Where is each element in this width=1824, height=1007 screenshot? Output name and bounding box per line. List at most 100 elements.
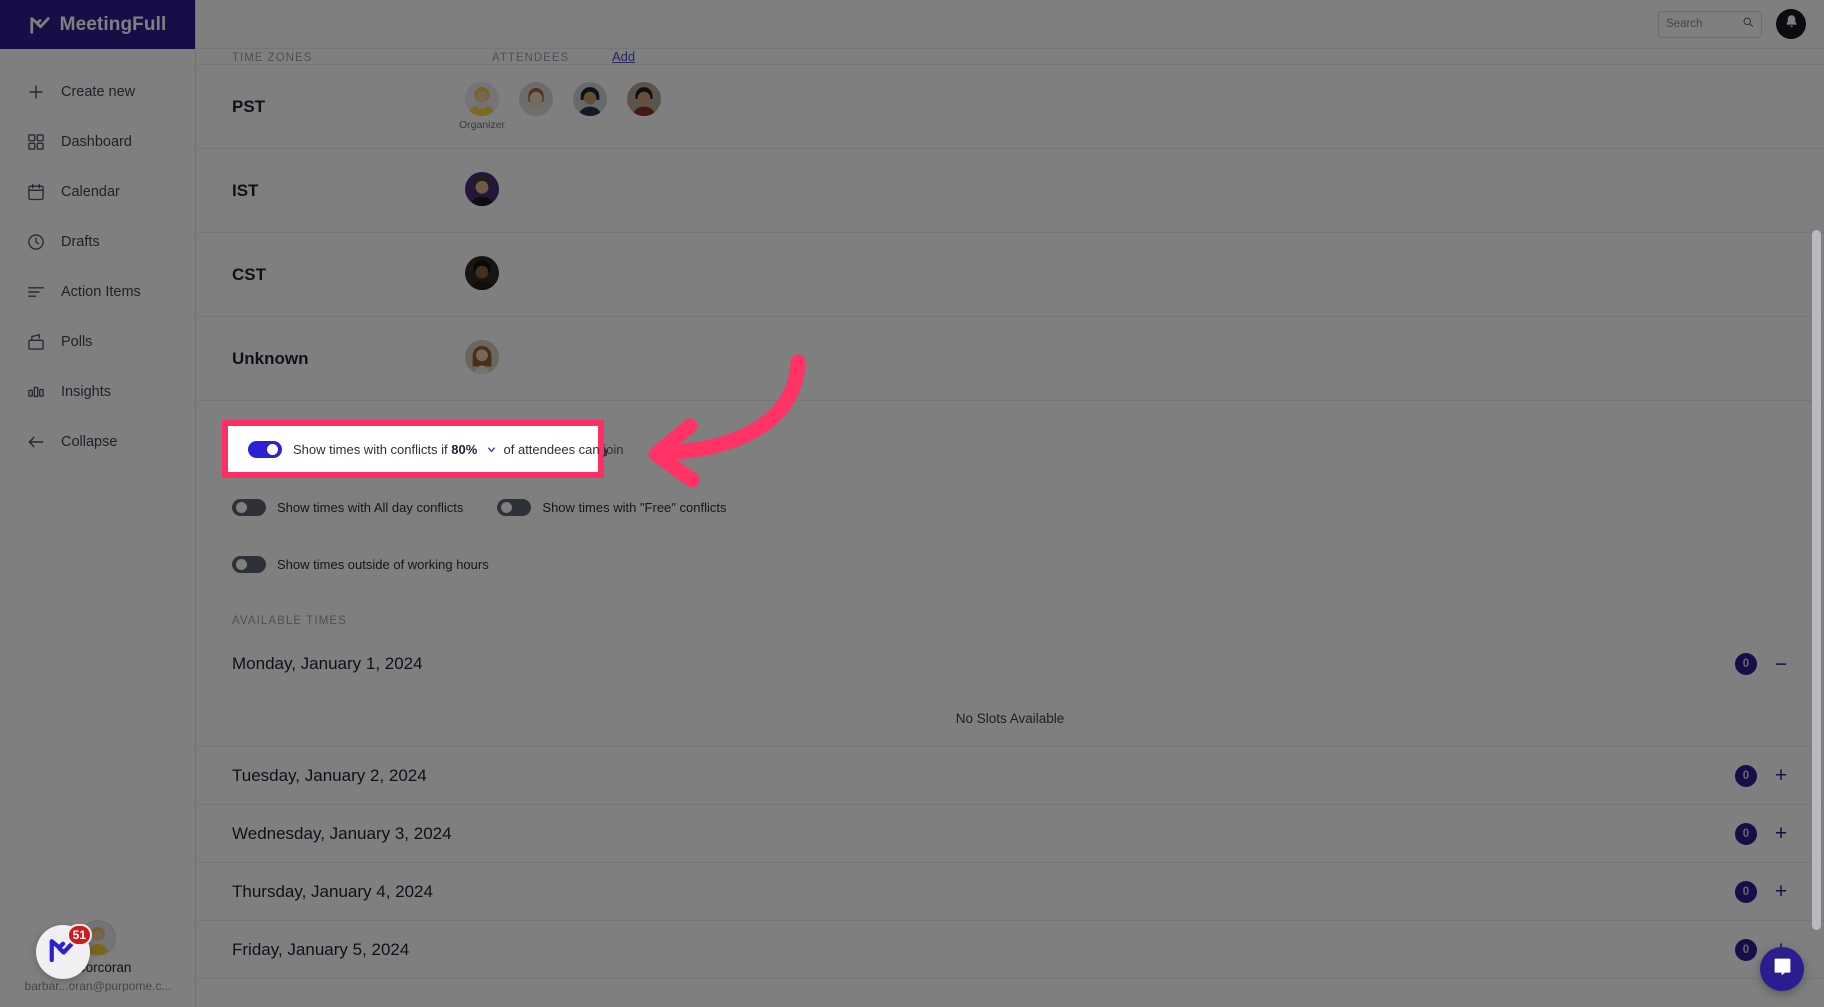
timezone-label: PST [232,96,266,116]
toggle-free-conflicts[interactable] [497,499,532,516]
sidebar-item-dashboard[interactable]: Dashboard [0,117,195,167]
timezone-row: PST Organizer [196,65,1824,149]
chat-bubble-icon [1772,956,1793,982]
toggle-conflicts-label: Show times with conflicts if 80% of atte… [293,442,624,457]
timezone-row: Unknown [196,317,1824,401]
search-input[interactable] [1666,18,1738,30]
chat-widget-button[interactable] [1760,947,1804,991]
sidebar-item-label: Polls [61,334,93,350]
sidebar-item-insights[interactable]: Insights [0,367,195,417]
vertical-scrollbar[interactable] [1812,230,1821,930]
user-email: barbar...oran@purpome.c... [24,979,172,993]
day-title: Thursday, January 4, 2024 [232,881,433,901]
toggle-free-row: Show times with "Free" conflicts [497,499,726,516]
col-time-zones: Time Zones [232,52,313,64]
slot-count-badge: 0 [1735,653,1757,675]
attendee[interactable] [462,340,502,377]
day-title: Monday, January 1, 2024 [232,654,423,673]
conflicts-text-before: Show times with conflicts if [293,441,448,457]
plus-icon[interactable]: + [1774,823,1788,844]
day-controls: 0 + [1735,822,1788,845]
plus-icon[interactable]: + [1774,881,1788,902]
sidebar-user-profile[interactable]: a Corcoran barbar...oran@purpome.c... [0,920,196,993]
timezone-label: CST [232,264,266,284]
add-attendee-link[interactable]: Add [612,49,635,64]
sidebar-item-calendar[interactable]: Calendar [0,167,195,217]
minus-icon[interactable]: − [1774,654,1788,675]
attendee[interactable] [516,82,556,119]
notification-count-badge: 51 [66,924,92,946]
bell-icon [1784,14,1799,34]
timezone-label: IST [232,180,259,200]
toggle-outside-hours-label: Show times outside of working hours [277,557,489,572]
day-row[interactable]: Monday, January 1, 2024 0 − [196,637,1824,691]
sidebar-item-drafts[interactable]: Drafts [0,217,195,267]
plus-icon[interactable]: + [1774,765,1788,786]
arrow-left-icon [26,432,46,452]
notifications-button[interactable] [1776,9,1806,39]
toggle-all-day-conflicts[interactable] [232,499,266,516]
sidebar-item-polls[interactable]: Polls [0,317,195,367]
grid-icon [26,132,46,152]
toggle-conflicts[interactable] [248,440,282,458]
avatar-blonde-yellow [465,82,499,116]
slot-count-badge: 0 [1735,880,1757,903]
floating-app-badge[interactable]: 51 [36,924,92,979]
table-header: Time Zones Attendees Add [196,49,1824,65]
sidebar-item-action-items[interactable]: Action Items [0,267,195,317]
list-lines-icon [26,282,46,302]
toggle-conflicts-row-highlight: Show times with conflicts if 80% of atte… [248,440,624,458]
app-root: MeetingFull Create new Dashboard Calenda… [0,0,1824,1007]
slot-count-badge: 0 [1735,938,1757,961]
clock-icon [26,232,46,252]
conflicts-percent-value[interactable]: 80% [451,442,477,457]
day-row[interactable]: Friday, January 5, 2024 0 + [196,921,1824,979]
meetingfull-logo-icon [29,14,51,36]
sidebar-item-label: Collapse [61,434,118,450]
day-title: Tuesday, January 2, 2024 [232,765,427,785]
top-bar [196,0,1824,49]
calendar-icon [26,182,46,202]
day-row[interactable]: Thursday, January 4, 2024 0 + [196,863,1824,921]
attendee-role: Organizer [458,119,506,131]
sidebar-item-label: Insights [61,384,111,400]
day-row[interactable]: Wednesday, January 3, 2024 0 + [196,805,1824,863]
avatar-man-dark [465,256,499,290]
col-attendees: Attendees [492,52,570,64]
sidebar-item-label: Dashboard [61,134,132,150]
sidebar-item-collapse[interactable]: Collapse [0,417,195,467]
toggle-row-secondary: Show times with All day conflicts Show t… [232,499,1788,516]
search-icon [1742,15,1754,33]
timezone-row: IST [196,149,1824,233]
attendee-list [462,256,502,293]
highlight-annotation-box: Show times with conflicts if 80% of atte… [222,420,624,478]
sidebar-item-label: Drafts [61,234,100,250]
available-times-list: Monday, January 1, 2024 0 − No Slots Ava… [196,637,1824,979]
timezone-label: Unknown [232,348,309,368]
toggle-outside-working-hours[interactable] [232,556,266,573]
day-row[interactable]: Tuesday, January 2, 2024 0 + [196,747,1824,805]
sidebar-item-create-new[interactable]: Create new [0,67,195,117]
main-content: Time Zones Attendees Add PST [196,49,1824,1007]
no-slots-message: No Slots Available [196,691,1824,747]
sidebar: MeetingFull Create new Dashboard Calenda… [0,0,196,1007]
toggle-free-label: Show times with "Free" conflicts [542,500,727,515]
sidebar-item-label: Action Items [61,284,141,300]
day-controls: 0 + [1735,764,1788,787]
attendee[interactable] [462,172,502,209]
attendee-list: Organizer [458,82,664,131]
avatar-woman-long-hair [465,340,499,374]
chevron-down-icon[interactable] [486,443,497,454]
brand-header: MeetingFull [0,0,195,49]
search-box[interactable] [1658,10,1762,38]
attendee[interactable]: Organizer [458,82,506,131]
attendee[interactable] [462,256,502,293]
sidebar-nav: Create new Dashboard Calendar Drafts Act… [0,49,195,467]
attendee-list [462,172,502,209]
day-controls: 0 + [1735,880,1788,903]
avatar-man-purple-bg [465,172,499,206]
attendee[interactable] [624,82,664,119]
attendee[interactable] [570,82,610,119]
conflicts-text-after: of attendees can join [503,441,624,457]
sidebar-item-label: Create new [61,84,136,100]
